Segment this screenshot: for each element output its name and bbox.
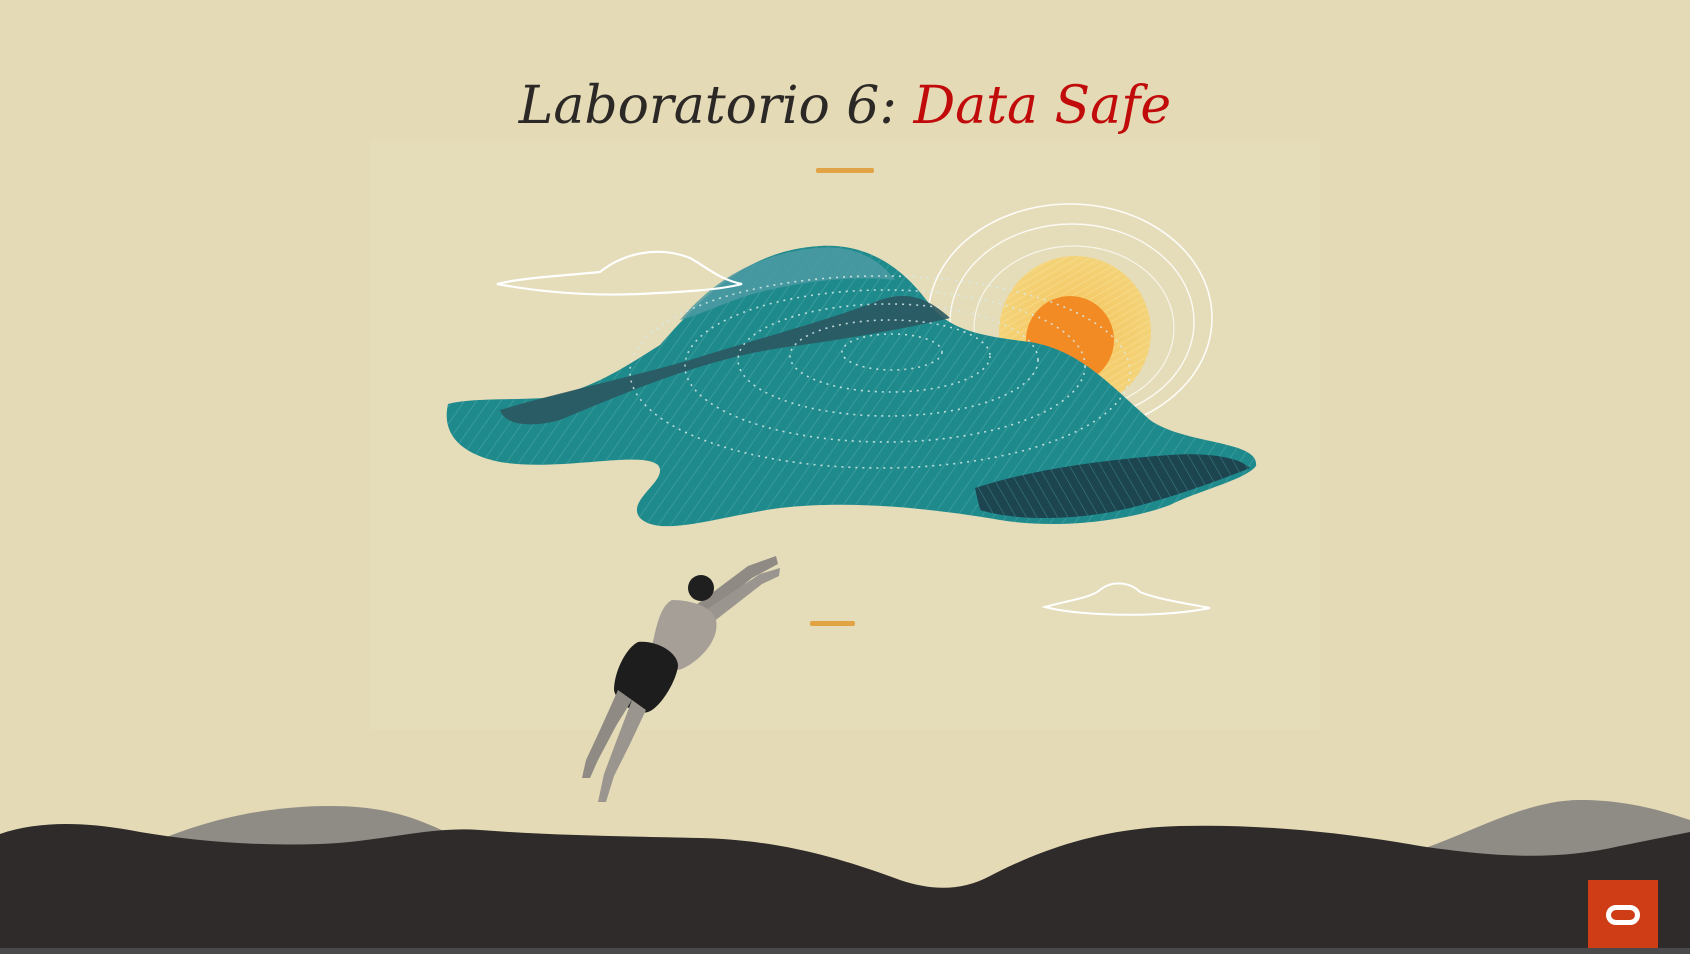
center-divider bbox=[810, 621, 855, 626]
oracle-ring-icon bbox=[1606, 905, 1640, 925]
title-main: Laboratorio 6: bbox=[518, 76, 914, 136]
bottom-bar bbox=[0, 948, 1690, 954]
title-divider bbox=[816, 168, 874, 173]
title-accent: Data Safe bbox=[913, 76, 1172, 136]
oracle-logo bbox=[1588, 880, 1658, 950]
page-title: Laboratorio 6: Data Safe bbox=[0, 72, 1690, 140]
island-swimmer-illustration bbox=[0, 140, 1690, 954]
title-slide: Laboratorio 6: Data Safe bbox=[0, 0, 1690, 954]
